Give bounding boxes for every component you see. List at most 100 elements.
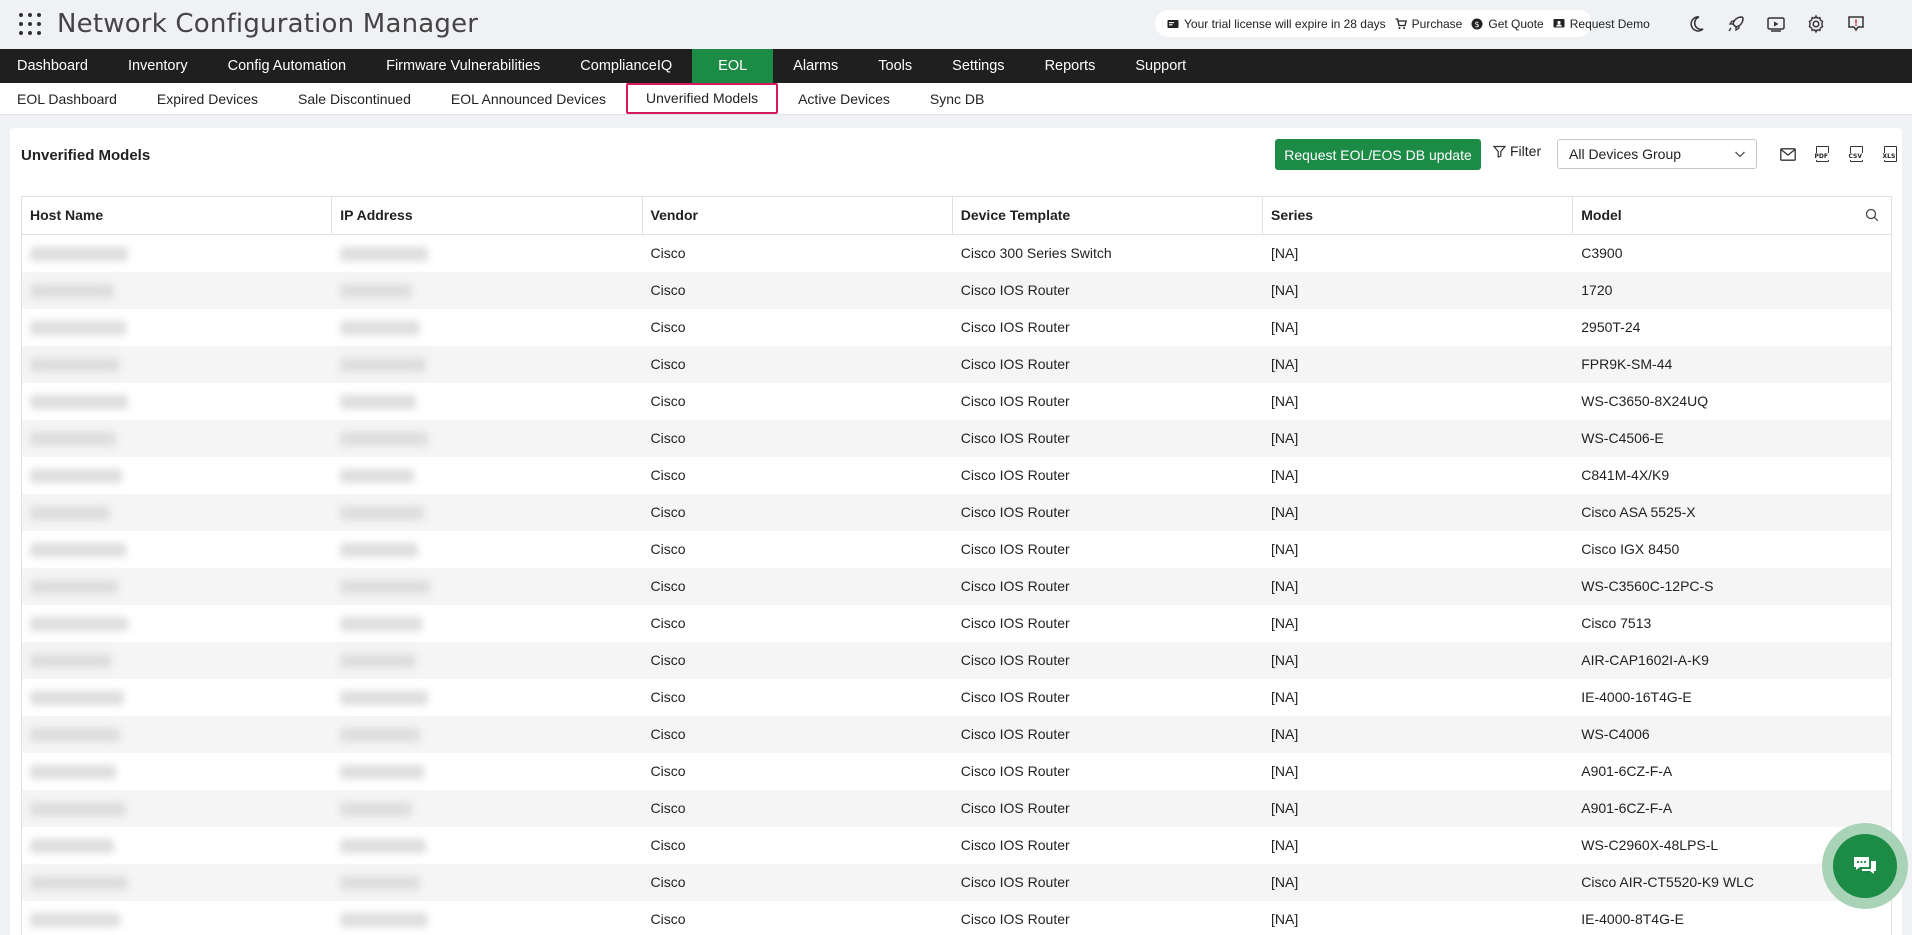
- cell-vendor: Cisco: [650, 578, 686, 594]
- alert-icon[interactable]: [1844, 12, 1868, 36]
- nav-reports[interactable]: Reports: [1025, 49, 1116, 83]
- cell-host-name[interactable]: [22, 309, 332, 346]
- moon-icon[interactable]: [1684, 12, 1708, 36]
- table-row[interactable]: Cisco Cisco IOS Router [NA] WS-C3650-8X24UQ: [22, 383, 1891, 420]
- table-row[interactable]: Cisco Cisco IOS Router [NA] FPR9K-SM-44: [22, 346, 1891, 383]
- nav-config-automation[interactable]: Config Automation: [208, 49, 367, 83]
- nav-dashboard[interactable]: Dashboard: [0, 49, 108, 83]
- cell-ip-address: [332, 383, 642, 420]
- cell-host-name[interactable]: [22, 716, 332, 753]
- redacted-host-name: [30, 802, 126, 816]
- table-row[interactable]: Cisco Cisco IOS Router [NA] WS-C4506-E: [22, 420, 1891, 457]
- column-device-template[interactable]: Device Template: [953, 197, 1263, 234]
- redacted-host-name: [30, 654, 112, 668]
- redacted-host-name: [30, 691, 124, 705]
- table-row[interactable]: Cisco Cisco IOS Router [NA] IE-4000-16T4G-E: [22, 679, 1891, 716]
- request-demo-link[interactable]: Request Demo: [1553, 17, 1650, 31]
- cell-vendor: Cisco: [650, 319, 686, 335]
- csv-export-icon[interactable]: CSV: [1846, 144, 1866, 164]
- cell-series: [NA]: [1271, 837, 1299, 853]
- tab-sync-db[interactable]: Sync DB: [910, 83, 1004, 115]
- tab-expired-devices[interactable]: Expired Devices: [137, 83, 278, 115]
- cell-host-name[interactable]: [22, 457, 332, 494]
- cell-host-name[interactable]: [22, 494, 332, 531]
- mail-icon[interactable]: [1778, 144, 1798, 164]
- cell-host-name[interactable]: [22, 605, 332, 642]
- nav-firmware-vulnerabilities[interactable]: Firmware Vulnerabilities: [366, 49, 560, 83]
- search-icon[interactable]: [1865, 208, 1879, 222]
- apps-grid-icon[interactable]: [19, 13, 41, 35]
- filter-button[interactable]: Filter: [1493, 143, 1541, 159]
- nav-settings[interactable]: Settings: [932, 49, 1024, 83]
- tab-eol-dashboard[interactable]: EOL Dashboard: [0, 83, 137, 115]
- cell-host-name[interactable]: [22, 346, 332, 383]
- table-row[interactable]: Cisco Cisco 300 Series Switch [NA] C3900: [22, 235, 1891, 272]
- video-icon[interactable]: [1764, 12, 1788, 36]
- table-row[interactable]: Cisco Cisco IOS Router [NA] C841M-4X/K9: [22, 457, 1891, 494]
- pdf-export-icon[interactable]: PDF: [1812, 144, 1832, 164]
- cell-host-name[interactable]: [22, 531, 332, 568]
- cell-host-name[interactable]: [22, 679, 332, 716]
- nav-eol[interactable]: EOL: [692, 49, 774, 83]
- cell-host-name[interactable]: [22, 568, 332, 605]
- table-row[interactable]: Cisco Cisco IOS Router [NA] 2950T-24: [22, 309, 1891, 346]
- table-row[interactable]: Cisco Cisco IOS Router [NA] Cisco ASA 5525-…: [22, 494, 1891, 531]
- chevron-down-icon: [1735, 151, 1745, 158]
- purchase-link[interactable]: Purchase: [1395, 17, 1462, 31]
- get-quote-link[interactable]: $ Get Quote: [1471, 17, 1544, 31]
- chat-button[interactable]: [1822, 823, 1908, 909]
- column-model[interactable]: Model: [1573, 197, 1891, 234]
- cell-host-name[interactable]: [22, 383, 332, 420]
- device-group-select[interactable]: All Devices Group: [1557, 139, 1757, 169]
- table-row[interactable]: Cisco Cisco IOS Router [NA] WS-C2960X-48LPS…: [22, 827, 1891, 864]
- table-row[interactable]: Cisco Cisco IOS Router [NA] Cisco AIR-CT552…: [22, 864, 1891, 901]
- cell-ip-address: [332, 309, 642, 346]
- table-row[interactable]: Cisco Cisco IOS Router [NA] 1720: [22, 272, 1891, 309]
- cell-ip-address: [332, 753, 642, 790]
- cell-vendor: Cisco: [650, 504, 686, 520]
- column-ip-address[interactable]: IP Address: [332, 197, 643, 234]
- xls-export-icon[interactable]: XLS: [1880, 144, 1900, 164]
- column-series[interactable]: Series: [1263, 197, 1574, 234]
- table-row[interactable]: Cisco Cisco IOS Router [NA] WS-C4006: [22, 716, 1891, 753]
- column-vendor[interactable]: Vendor: [643, 197, 953, 234]
- table-row[interactable]: Cisco Cisco IOS Router [NA] A901-6CZ-F-A: [22, 790, 1891, 827]
- table-row[interactable]: Cisco Cisco IOS Router [NA] WS-C3560C-12PC-…: [22, 568, 1891, 605]
- cell-vendor: Cisco: [650, 615, 686, 631]
- nav-tools[interactable]: Tools: [858, 49, 932, 83]
- nav-inventory[interactable]: Inventory: [108, 49, 208, 83]
- tab-eol-announced-devices[interactable]: EOL Announced Devices: [431, 83, 626, 115]
- nav-complianceiq[interactable]: ComplianceIQ: [560, 49, 692, 83]
- table-row[interactable]: Cisco Cisco IOS Router [NA] Cisco IGX 8450: [22, 531, 1891, 568]
- table-row[interactable]: Cisco Cisco IOS Router [NA] IE-4000-8T4G-E: [22, 901, 1891, 935]
- table-row[interactable]: Cisco Cisco IOS Router [NA] A901-6CZ-F-A: [22, 753, 1891, 790]
- table-row[interactable]: Cisco Cisco IOS Router [NA] Cisco 7513: [22, 605, 1891, 642]
- cell-host-name[interactable]: [22, 864, 332, 901]
- tab-unverified-models[interactable]: Unverified Models: [626, 83, 779, 114]
- redacted-ip-address: [340, 247, 429, 261]
- cell-host-name[interactable]: [22, 642, 332, 679]
- column-host-name[interactable]: Host Name: [22, 197, 333, 234]
- request-db-update-button[interactable]: Request EOL/EOS DB update: [1275, 139, 1481, 170]
- cell-series: [NA]: [1271, 393, 1299, 409]
- trial-license-info[interactable]: Your trial license will expire in 28 day…: [1167, 17, 1386, 31]
- cell-host-name[interactable]: [22, 827, 332, 864]
- tab-sale-discontinued[interactable]: Sale Discontinued: [278, 83, 431, 115]
- cell-model: IE-4000-16T4G-E: [1581, 689, 1692, 705]
- cell-host-name[interactable]: [22, 901, 332, 935]
- cell-ip-address: [332, 494, 642, 531]
- cell-model: WS-C4506-E: [1581, 430, 1664, 446]
- nav-alarms[interactable]: Alarms: [773, 49, 858, 83]
- cell-host-name[interactable]: [22, 272, 332, 309]
- gear-icon[interactable]: [1804, 12, 1828, 36]
- cell-host-name[interactable]: [22, 753, 332, 790]
- cell-host-name[interactable]: [22, 420, 332, 457]
- sub-nav: EOL Dashboard Expired Devices Sale Disco…: [0, 83, 1912, 115]
- cell-series: [NA]: [1271, 245, 1299, 261]
- rocket-icon[interactable]: [1724, 12, 1748, 36]
- tab-active-devices[interactable]: Active Devices: [778, 83, 910, 115]
- cell-host-name[interactable]: [22, 790, 332, 827]
- nav-support[interactable]: Support: [1115, 49, 1206, 83]
- table-row[interactable]: Cisco Cisco IOS Router [NA] AIR-CAP1602I-A-…: [22, 642, 1891, 679]
- cell-host-name[interactable]: [22, 235, 332, 272]
